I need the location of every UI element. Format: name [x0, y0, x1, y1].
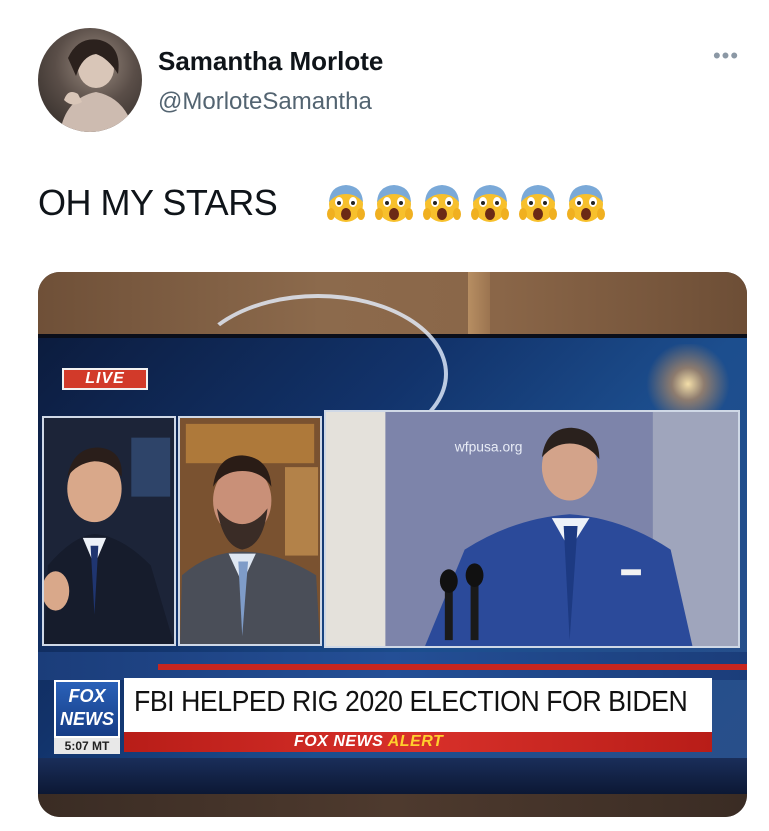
face-screaming-in-fear-icon: [567, 185, 605, 222]
subject-photo-panel: wfpusa.org: [324, 410, 740, 648]
logo-line-1: FOX: [68, 686, 106, 706]
tweet-media-image[interactable]: LIVE wfpusa.org FBI HELPED RIG 2020 ELEC…: [38, 272, 747, 817]
backdrop-text: wfpusa.org: [454, 438, 523, 454]
face-screaming-in-fear-icon: [327, 185, 365, 222]
headline-text: FBI HELPED RIG 2020 ELECTION FOR BIDEN: [134, 686, 688, 718]
face-screaming-in-fear-icon: [471, 185, 509, 222]
face-screaming-in-fear-icon: [519, 185, 557, 222]
host-video-panel: [42, 416, 176, 646]
network-logo: FOX NEWS: [54, 680, 120, 738]
display-name[interactable]: Samantha Morlote: [158, 46, 383, 77]
broadcast-clock: 5:07 MT: [54, 738, 120, 754]
tv-stand: [38, 794, 747, 817]
live-badge: LIVE: [62, 368, 148, 390]
alert-word: ALERT: [387, 733, 444, 750]
ticker-red-stripe: [158, 664, 747, 670]
face-screaming-in-fear-icon: [375, 185, 413, 222]
user-handle[interactable]: @MorloteSamantha: [158, 88, 372, 116]
face-screaming-in-fear-icon: [423, 185, 461, 222]
tv-screen: LIVE wfpusa.org FBI HELPED RIG 2020 ELEC…: [38, 294, 747, 794]
guest-video-panel: [178, 416, 322, 646]
alert-prefix: FOX NEWS: [294, 733, 384, 750]
emoji-row: [326, 180, 606, 224]
logo-line-2: NEWS: [60, 709, 114, 729]
more-dots-icon[interactable]: •••: [708, 45, 744, 74]
avatar[interactable]: [38, 28, 142, 132]
tweet-text: OH MY STARS: [38, 182, 278, 223]
screen-lower-edge: [38, 758, 747, 794]
alert-label: FOX NEWS ALERT: [294, 732, 443, 752]
